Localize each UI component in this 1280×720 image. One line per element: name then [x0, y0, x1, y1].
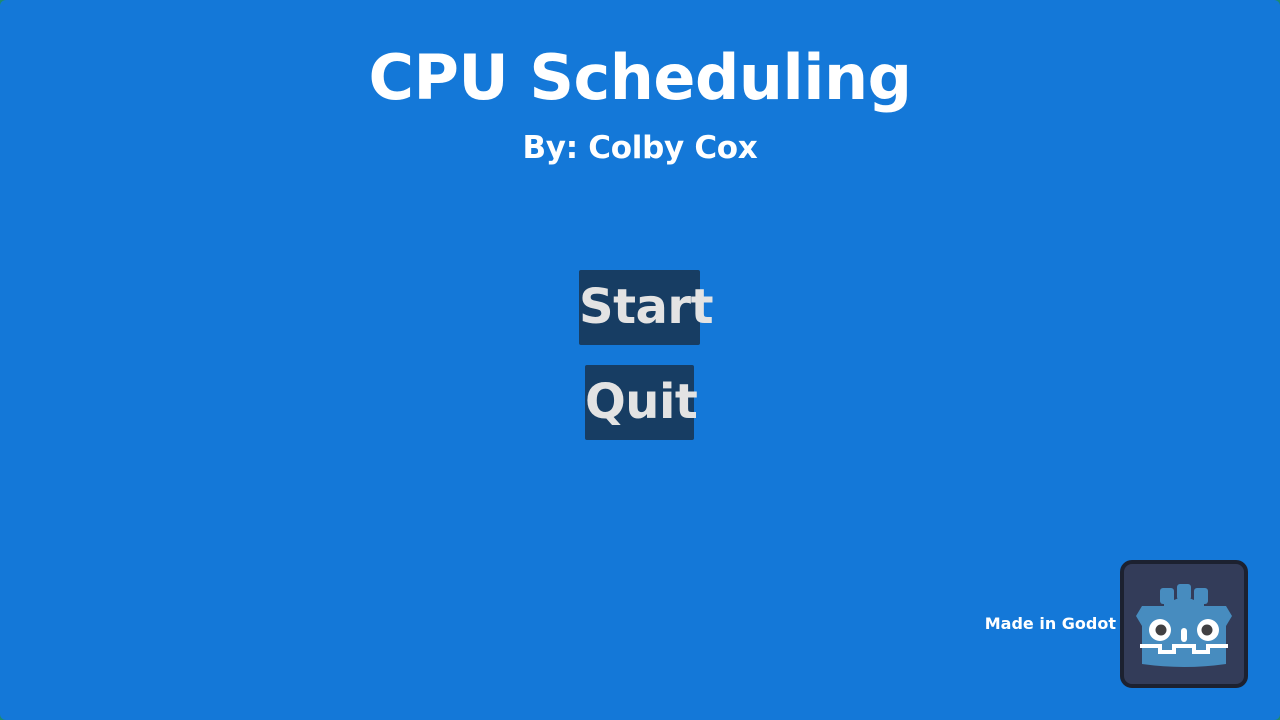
quit-button[interactable]: Quit: [585, 365, 698, 440]
godot-logo-icon: [1136, 584, 1232, 667]
main-menu-screen: CPU Scheduling By: Colby Cox Start Quit …: [0, 0, 1280, 720]
game-title: CPU Scheduling: [368, 41, 912, 114]
made-in-godot-label: Made in Godot: [984, 614, 1116, 633]
author-subtitle: By: Colby Cox: [522, 130, 758, 166]
godot-badge: [1120, 560, 1248, 688]
start-button[interactable]: Start: [579, 270, 714, 345]
